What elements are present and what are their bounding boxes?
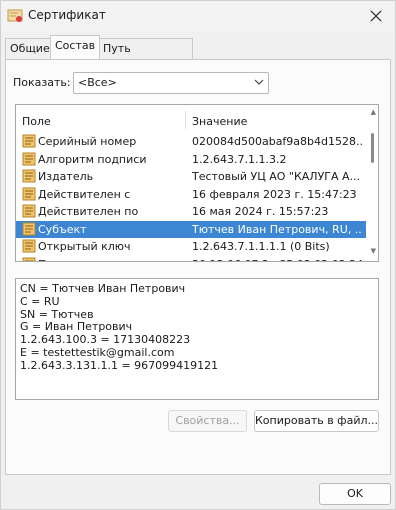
list-row[interactable]: Действителен с 16 февраля 2023 г. 15:47:2…	[16, 186, 366, 203]
row-field-name: Издатель	[38, 170, 94, 183]
properties-button[interactable]: Свойства...	[168, 410, 247, 432]
field-icon	[22, 257, 36, 261]
column-header-field[interactable]: Поле	[22, 115, 51, 128]
field-icon	[22, 187, 36, 200]
row-field-value: 1.2.643.7.1.1.1.1 (0 Bits)	[192, 240, 330, 253]
detail-line: SN = Тютчев	[20, 307, 94, 321]
field-icon	[22, 222, 36, 235]
detail-line: C = RU	[20, 294, 60, 308]
row-field-name: Действителен по	[38, 205, 139, 218]
window-title: Сертификат	[28, 8, 106, 22]
field-details-box[interactable]: CN = Тютчев Иван Петрович C = RU SN = Тютч…	[15, 278, 379, 400]
show-filter-value: <Все>	[78, 76, 117, 89]
detail-line: CN = Тютчев Иван Петрович	[20, 282, 186, 295]
column-divider[interactable]	[185, 111, 186, 129]
certificate-icon	[7, 9, 23, 22]
list-row[interactable]: Действителен по 16 мая 2024 г. 15:57:23	[16, 203, 366, 220]
row-field-value: 1.2.643.7.1.1.3.2	[192, 152, 287, 166]
show-filter-select[interactable]: <Все>	[73, 72, 269, 94]
scroll-up-icon[interactable]: ▲	[371, 108, 376, 116]
list-row[interactable]: Издатель Тестовый УЦ АО "КАЛУГА А...	[16, 168, 366, 185]
detail-line: E = testettestik@gmail.com	[20, 346, 175, 359]
row-field-name: Серийный номер	[38, 135, 137, 148]
chevron-down-icon	[254, 79, 264, 85]
tab-certification-path[interactable]: Путь сертификации	[98, 38, 194, 75]
row-field-value: Тестовый УЦ АО "КАЛУГА А...	[192, 170, 361, 183]
row-field-name: Субъект	[38, 222, 87, 236]
row-field-name: Действителен с	[38, 187, 131, 201]
field-icon	[22, 239, 36, 253]
row-field-name: Открытый ключ	[38, 240, 131, 253]
row-field-value: 020084d500abaf9a8b4d1528...	[192, 135, 362, 148]
row-field-value: Тютчев Иван Петрович, RU, ...	[192, 222, 362, 236]
scroll-down-icon[interactable]: ▼	[371, 247, 376, 255]
list-row[interactable]: Серийный номер 020084d500abaf9a8b4d1528..…	[16, 133, 366, 150]
row-field-value: 16 февраля 2023 г. 15:47:23	[192, 187, 357, 201]
detail-line: 1.2.643.100.3 = 17130408223	[20, 333, 191, 347]
detail-line: G = Иван Петрович	[20, 320, 133, 334]
row-field-value: 16 мая 2024 г. 15:57:23	[192, 205, 329, 218]
row-field-name: Параметры открытого кл...	[38, 258, 196, 262]
copy-to-file-button[interactable]: Копировать в файл...	[254, 410, 379, 432]
field-icon	[22, 169, 36, 183]
list-row[interactable]: Субъект Тютчев Иван Петрович, RU, ...	[16, 220, 366, 238]
certificate-dialog: Сертификат Общие Состав Путь сертификаци…	[0, 0, 396, 510]
field-icon	[22, 204, 36, 218]
tab-general[interactable]: Общие	[5, 38, 55, 59]
list-row[interactable]: Параметры открытого кл...30 13 06 07 2a …	[16, 256, 366, 262]
column-header-value[interactable]: Значение	[192, 115, 247, 128]
list-header: Поле Значение	[16, 105, 366, 133]
detail-line: 1.2.643.3.131.1.1 = 967099419121	[20, 358, 219, 372]
title-bar: Сертификат	[1, 1, 395, 31]
close-button[interactable]	[363, 4, 389, 28]
field-icon	[22, 152, 36, 165]
close-icon	[370, 10, 382, 22]
ok-button[interactable]: OK	[319, 483, 391, 505]
show-label: Показать:	[13, 76, 71, 89]
fields-list[interactable]: Поле Значение Серийный номер 020084d500ab…	[15, 104, 379, 262]
tab-details[interactable]: Состав	[50, 35, 101, 59]
list-row[interactable]: Открытый ключ 1.2.643.7.1.1.1.1 (0 Bits)	[16, 238, 366, 255]
list-row[interactable]: Алгоритм подписи 1.2.643.7.1.1.3.2	[16, 151, 366, 168]
field-icon	[22, 134, 36, 148]
vertical-scrollbar[interactable]: ▲ ▼	[366, 105, 378, 261]
row-field-name: Алгоритм подписи	[38, 152, 147, 166]
row-field-value: 30 13 06 07 2a 85 03 02 02 24	[192, 258, 362, 262]
scrollbar-thumb[interactable]	[371, 133, 374, 163]
